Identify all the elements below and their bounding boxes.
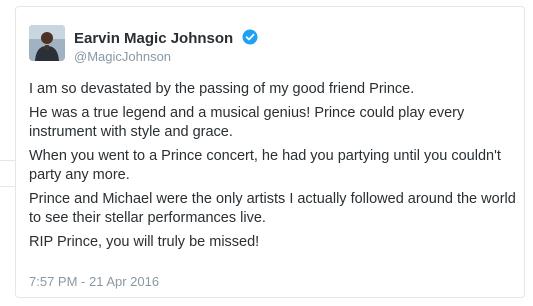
author-name[interactable]: Earvin Magic Johnson	[74, 29, 258, 49]
divider-line-bottom	[0, 186, 15, 187]
avatar[interactable]	[29, 25, 65, 61]
author-name-text: Earvin Magic Johnson	[74, 30, 234, 47]
tweet-paragraph: I am so devastated by the passing of my …	[29, 81, 415, 97]
verified-badge-icon	[242, 29, 258, 49]
tweet-text: I am so devastated by the passing of my …	[29, 80, 519, 257]
author-handle[interactable]: @MagicJohnson	[74, 49, 171, 64]
tweet-paragraph: He was a true legend and a musical geniu…	[29, 105, 465, 140]
tweet-timestamp[interactable]: 7:57 PM - 21 Apr 2016	[29, 274, 159, 289]
tweet-paragraph: When you went to a Prince concert, he ha…	[29, 148, 501, 183]
tweet-card: Earvin Magic Johnson @MagicJohnson I am …	[15, 6, 525, 298]
tweet-paragraph: RIP Prince, you will truly be missed!	[29, 234, 260, 250]
divider-line-top	[0, 160, 15, 161]
tweet-paragraph: Prince and Michael were the only artists…	[29, 191, 516, 226]
profile-photo-icon	[29, 25, 65, 61]
